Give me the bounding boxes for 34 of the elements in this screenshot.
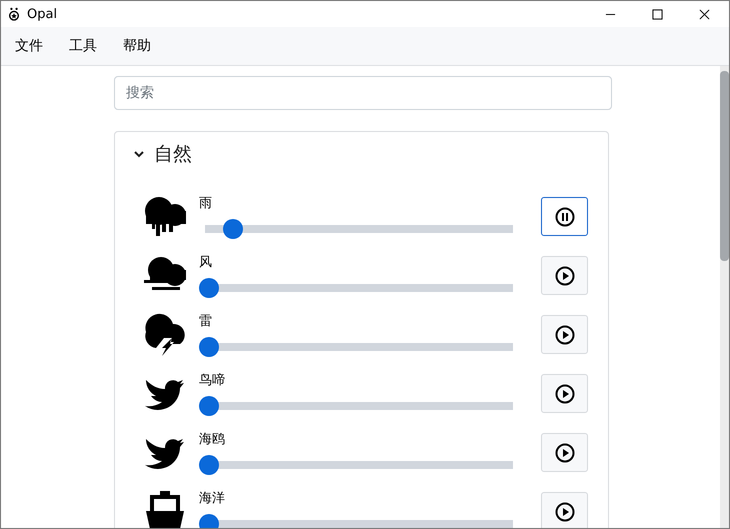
play-icon bbox=[554, 442, 574, 462]
slider-thumb[interactable] bbox=[222, 218, 243, 238]
close-icon[interactable] bbox=[699, 8, 710, 20]
pause-button[interactable] bbox=[541, 197, 588, 236]
menu-item[interactable]: 工具 bbox=[69, 37, 97, 55]
maximize-icon[interactable] bbox=[652, 8, 663, 20]
play-icon bbox=[554, 384, 574, 404]
slider-thumb[interactable] bbox=[199, 336, 219, 356]
sound-name: 风 bbox=[199, 254, 213, 272]
sound-name: 雨 bbox=[199, 194, 213, 212]
menu-item[interactable]: 文件 bbox=[15, 37, 43, 55]
app-logo-icon bbox=[8, 7, 20, 21]
sound-name: 海鸥 bbox=[199, 430, 226, 448]
sound-name: 雷 bbox=[199, 312, 213, 330]
play-icon bbox=[554, 502, 574, 522]
sound-name: 海洋 bbox=[199, 490, 226, 508]
slider-thumb[interactable] bbox=[199, 514, 219, 528]
window-title: Opal bbox=[27, 6, 58, 22]
play-button[interactable] bbox=[541, 492, 588, 528]
scrollbar-thumb[interactable] bbox=[720, 71, 729, 261]
pause-icon bbox=[554, 206, 574, 226]
sound-name: 鸟啼 bbox=[199, 372, 226, 390]
category-title[interactable]: 自然 bbox=[154, 141, 192, 167]
play-button[interactable] bbox=[541, 374, 588, 413]
play-button[interactable] bbox=[541, 256, 588, 295]
play-button[interactable] bbox=[541, 433, 588, 472]
slider-thumb[interactable] bbox=[199, 454, 219, 474]
slider-thumb[interactable] bbox=[199, 278, 219, 298]
menu-item[interactable]: 帮助 bbox=[123, 37, 151, 55]
search-field[interactable]: 搜索 bbox=[114, 76, 612, 110]
slider-thumb[interactable] bbox=[199, 396, 219, 416]
play-icon bbox=[554, 324, 574, 344]
play-icon bbox=[554, 266, 574, 286]
play-button[interactable] bbox=[541, 315, 588, 354]
